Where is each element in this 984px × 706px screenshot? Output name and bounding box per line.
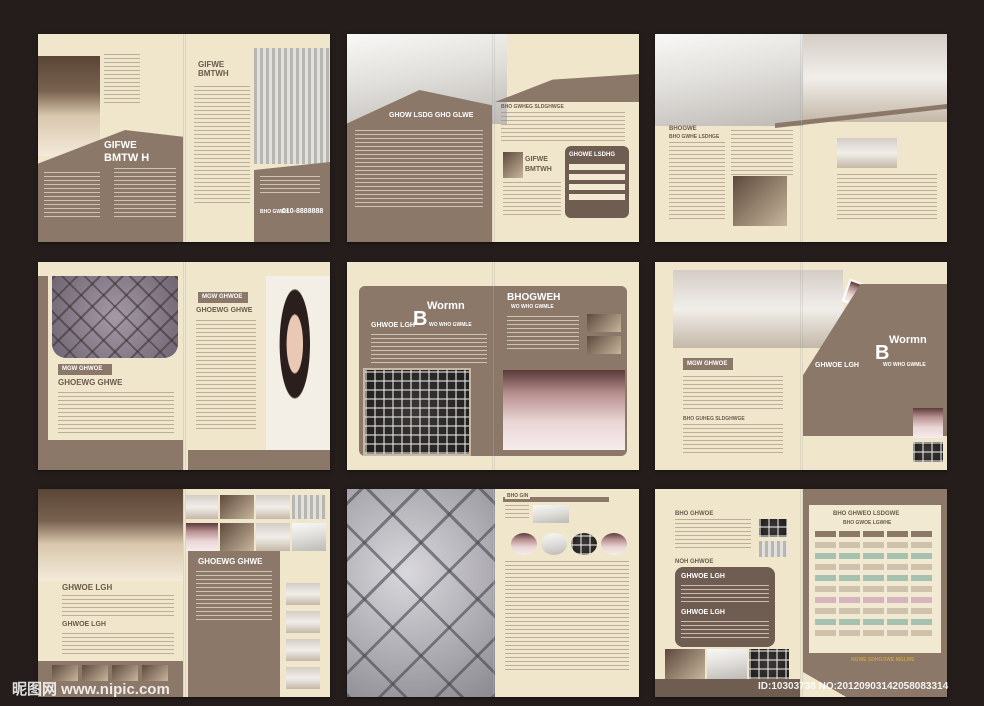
price-table-cell: [863, 586, 884, 592]
price-table-cell: [887, 630, 908, 636]
price-table-cell: [887, 575, 908, 581]
mattress-closeup-photo: [347, 489, 495, 697]
spread-5: GHWOE LGH B Wormn WO WHO GWMLE BHOGWEH W…: [347, 262, 639, 470]
spread-4: MGW GHWOE GHOEWG GHWE MGW GHWOE GHOEWG G…: [38, 262, 330, 470]
price-table-cell: [863, 597, 884, 603]
spread-6: GHWOE LGH B Wormn WO WHO GWMLE MGW GHWOE…: [655, 262, 947, 470]
price-table-cell: [839, 630, 860, 636]
price-table-cell: [815, 575, 836, 581]
price-table-cell: [815, 597, 836, 603]
price-table-cell: [911, 575, 932, 581]
price-table-cell: [815, 553, 836, 559]
price-table-cell: [815, 564, 836, 570]
fabric-photo: [254, 48, 330, 164]
interior-photo: [733, 176, 787, 226]
price-table-cell: [863, 531, 884, 537]
price-table-cell: [863, 630, 884, 636]
price-table-cell: [815, 630, 836, 636]
big-title-2: BMTW H: [104, 152, 150, 164]
price-table-cell: [887, 586, 908, 592]
name-2: BMTWH: [525, 166, 552, 173]
name-1: GIFWE: [525, 156, 548, 163]
price-table-cell: [815, 608, 836, 614]
price-table-cell: [839, 575, 860, 581]
price-table-cell: [911, 542, 932, 548]
price-table-cell: [911, 564, 932, 570]
price-table-cell: [911, 553, 932, 559]
price-table-cell: [887, 542, 908, 548]
luxury-bed-photo: [38, 489, 183, 581]
portrait-photo: [503, 152, 523, 178]
price-table-cell: [863, 619, 884, 625]
quilted-fabric-photo: [52, 276, 178, 358]
right-top-band: [495, 74, 639, 102]
watermark-left: 昵图网 www.nipic.com: [12, 681, 170, 698]
quilt-photo: [655, 34, 803, 126]
price-table-cell: [839, 586, 860, 592]
spread-7: GHWOE LGH GHWOE LGH GHOEWG GHWE: [38, 489, 330, 697]
spread3-h1: BHOGWE: [669, 126, 697, 132]
watermark-right: ID:10303738 NO:20120903142058083314: [758, 681, 949, 692]
spread-3: BHOGWE BHO GWHE LSDHGE: [655, 34, 947, 242]
price-table-cell: [887, 608, 908, 614]
price-table-cell: [887, 564, 908, 570]
price-table-cell: [911, 531, 932, 537]
price-table-cell: [839, 608, 860, 614]
page-title-1: GIFWE: [198, 60, 225, 69]
contact-band: [254, 162, 330, 242]
price-table-cell: [911, 608, 932, 614]
model-photo: [266, 276, 330, 470]
big-title-1: GIFWE: [104, 140, 137, 151]
price-table-cell: [839, 564, 860, 570]
price-table-cell: [863, 542, 884, 548]
spread-1: GIFWE BMTW H GIFWE BMTWH BHO GWEH 010-88…: [38, 34, 330, 242]
price-table-cell: [839, 597, 860, 603]
price-table-cell: [887, 553, 908, 559]
price-table-cell: [887, 619, 908, 625]
spread-8: BHO GIN: [347, 489, 639, 697]
price-table-cell: [863, 564, 884, 570]
price-table-cell: [911, 597, 932, 603]
price-table-cell: [839, 553, 860, 559]
pink-bed-photo: [503, 370, 625, 450]
price-table-cell: [839, 542, 860, 548]
spread-2: GHOW LSDG GHO GLWE BHO GWHEG SLDGHWGE GI…: [347, 34, 639, 242]
price-table-cell: [887, 597, 908, 603]
bedroom-photo: [38, 56, 100, 156]
page-title-2: BMTWH: [198, 69, 229, 78]
price-table-cell: [815, 531, 836, 537]
spread2-heading: GHOW LSDG GHO GLWE: [389, 112, 474, 119]
info-box-title: GHOWE LSDHG: [569, 152, 615, 158]
price-table-cell: [863, 575, 884, 581]
price-table-cell: [815, 619, 836, 625]
spread3-h2: BHO GWHE LSDHGE: [669, 134, 720, 140]
price-table-cell: [911, 586, 932, 592]
price-table-cell: [815, 542, 836, 548]
spread-9: BHO GHWOE NOH GHWOE GHWOE LGH GHWOE LGH …: [655, 489, 947, 697]
phone-number: 010-8888888: [282, 208, 324, 215]
price-table-cell: [911, 619, 932, 625]
price-table-cell: [863, 553, 884, 559]
price-table-cell: [863, 608, 884, 614]
price-table-cell: [887, 531, 908, 537]
spread2-sub: BHO GWHEG SLDGHWGE: [501, 104, 564, 110]
price-table-cell: [839, 619, 860, 625]
mattress-room-photo: [673, 270, 843, 348]
spring-photo: [363, 368, 471, 456]
price-table-cell: [839, 531, 860, 537]
price-table-cell: [911, 630, 932, 636]
price-table-cell: [815, 586, 836, 592]
